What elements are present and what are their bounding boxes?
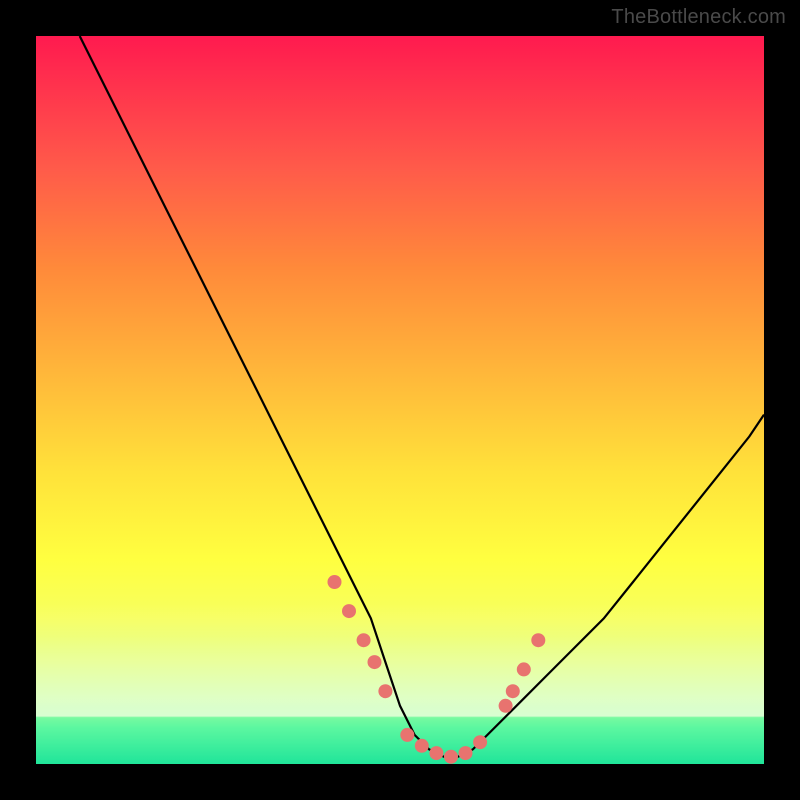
chart-frame: TheBottleneck.com: [0, 0, 800, 800]
chart-plot-area: [36, 36, 764, 764]
marker-group: [328, 575, 546, 764]
curve-marker: [444, 750, 458, 764]
curve-marker: [499, 699, 513, 713]
curve-marker: [473, 735, 487, 749]
curve-marker: [357, 633, 371, 647]
curve-marker: [415, 739, 429, 753]
curve-marker: [328, 575, 342, 589]
curve-marker: [531, 633, 545, 647]
curve-marker: [506, 684, 520, 698]
curve-marker: [400, 728, 414, 742]
curve-marker: [368, 655, 382, 669]
curve-marker: [429, 746, 443, 760]
curve-marker: [459, 746, 473, 760]
curve-marker: [378, 684, 392, 698]
chart-svg: [36, 36, 764, 764]
bottleneck-curve: [80, 36, 764, 757]
curve-marker: [517, 662, 531, 676]
watermark-text: TheBottleneck.com: [611, 6, 786, 29]
curve-marker: [342, 604, 356, 618]
